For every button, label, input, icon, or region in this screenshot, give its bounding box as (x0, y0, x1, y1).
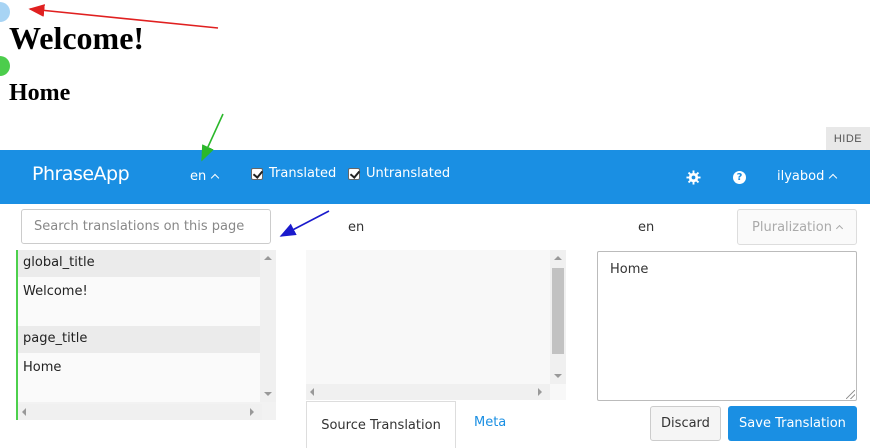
green-annotation-arrow (201, 113, 224, 162)
annotation-arrows (28, 4, 330, 237)
blue-annotation-arrow (279, 210, 330, 237)
red-annotation-arrow (28, 4, 219, 29)
